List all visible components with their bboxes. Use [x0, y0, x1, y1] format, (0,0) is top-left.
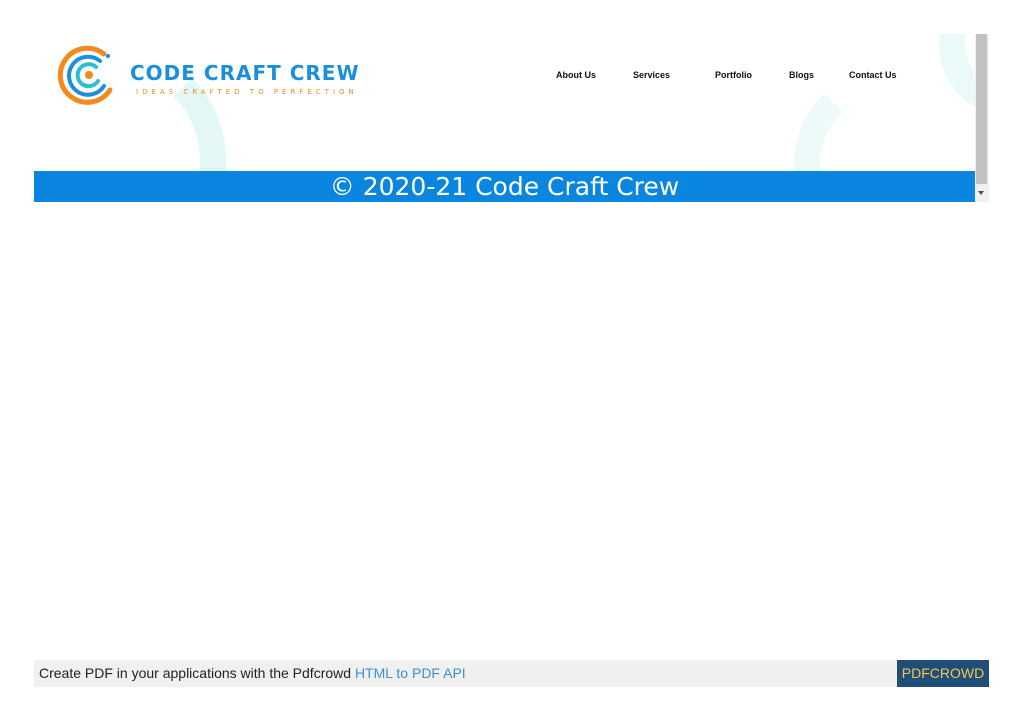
banner-text-prefix: Create PDF in your applications with the… [39, 665, 355, 681]
scrollbar-thumb[interactable] [976, 34, 987, 184]
brand-tagline: IDEAS CRAFTED TO PERFECTION [136, 88, 358, 96]
website-page: CODE CRAFT CREW IDEAS CRAFTED TO PERFECT… [34, 34, 975, 202]
copyright-text: © 2020-21 Code Craft Crew [329, 172, 680, 201]
html-to-pdf-api-link[interactable]: HTML to PDF API [355, 665, 466, 681]
scroll-down-arrow-icon[interactable] [978, 191, 984, 195]
pdfcrowd-banner: Create PDF in your applications with the… [34, 660, 989, 687]
copyright-bar: © 2020-21 Code Craft Crew [34, 171, 975, 202]
nav-link-portfolio[interactable]: Portfolio [715, 68, 752, 82]
nav-link-services[interactable]: Services [633, 68, 670, 82]
nav-link-about-us[interactable]: About Us [556, 68, 596, 82]
banner-text: Create PDF in your applications with the… [39, 660, 466, 687]
pdfcrowd-button[interactable]: PDFCROWD [897, 660, 989, 687]
nav-link-blogs[interactable]: Blogs [789, 68, 814, 82]
vertical-scrollbar[interactable] [975, 34, 989, 202]
page-viewport: CODE CRAFT CREW IDEAS CRAFTED TO PERFECT… [34, 34, 989, 202]
main-navigation: About Us Services Portfolio Blogs Contac… [34, 68, 975, 82]
nav-link-contact-us[interactable]: Contact Us [849, 68, 897, 82]
